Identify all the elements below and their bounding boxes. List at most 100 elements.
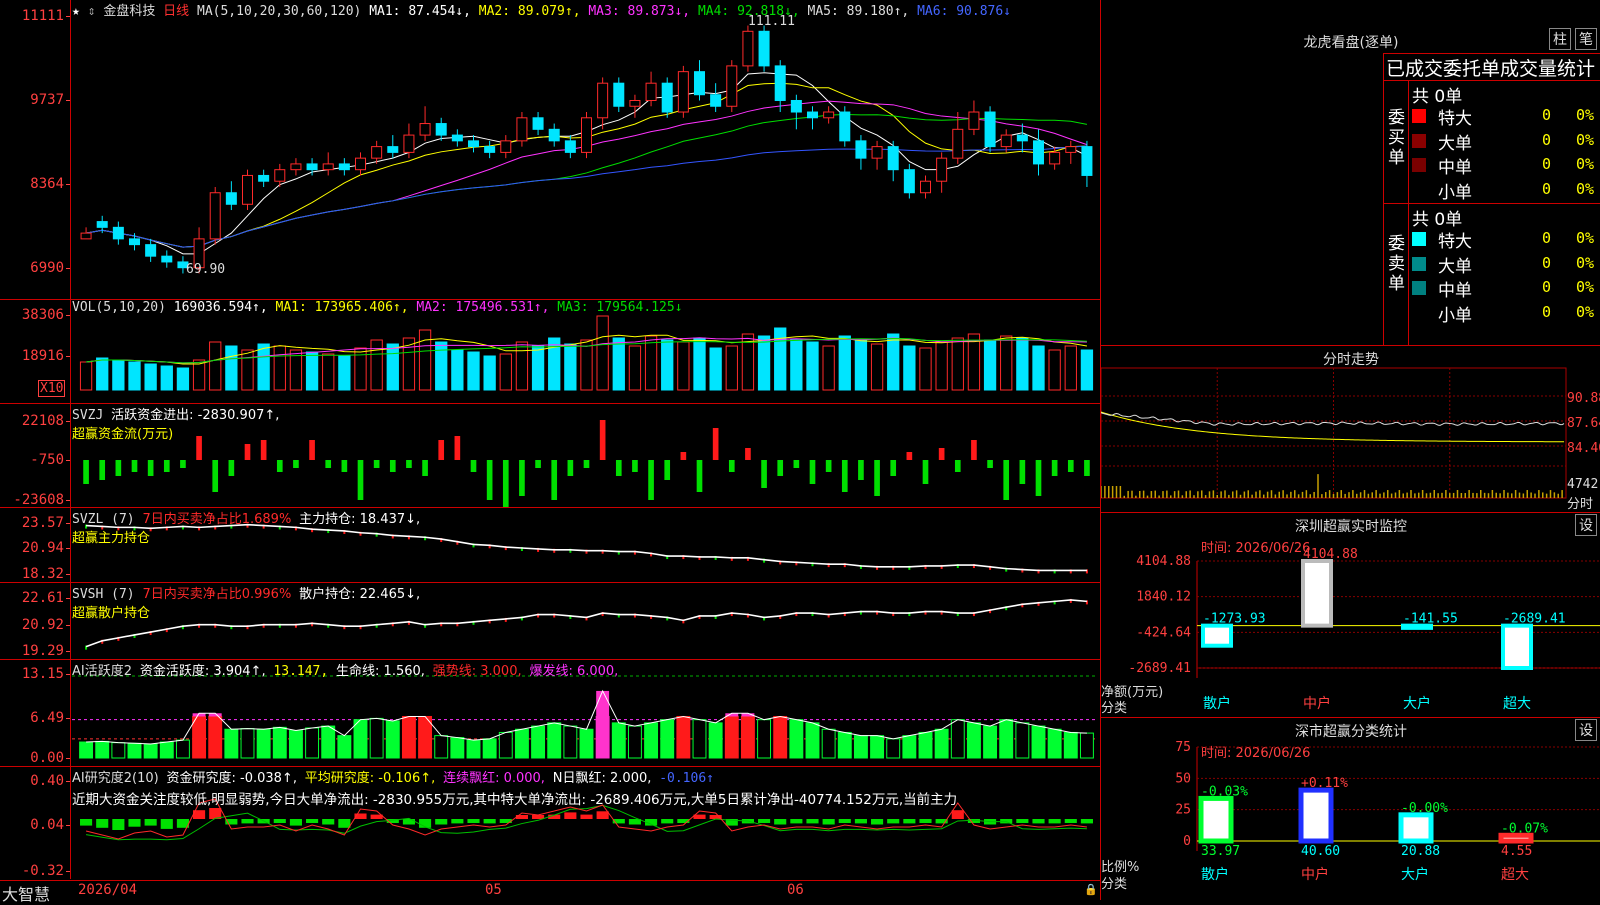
candle: [726, 65, 738, 107]
activity-bar: [983, 725, 998, 759]
bottom-axis: 大智慧 2026/04 05 06 🔒: [0, 880, 1100, 904]
flow-bar: [1067, 460, 1074, 472]
order-pct: 0%: [1576, 229, 1595, 247]
ai-research-panel[interactable]: 0.40 0.04 -0.32 AI研究度2(10) 资金研究度: -0.038…: [0, 767, 1100, 879]
candle: [758, 30, 770, 67]
svzl-panel[interactable]: 23.57 20.94 18.32 SVZL (7) 7日内买卖净占比1.689…: [0, 508, 1100, 583]
research-bar: [338, 819, 351, 828]
kline-panel[interactable]: 11111 9737 8364 6990 ★ ⇕ 金盘科技 日线 MA(5,10…: [0, 0, 1100, 300]
flow-bar: [632, 460, 638, 472]
volume-name: VOL(5,10,20): [72, 300, 166, 315]
flow-bar: [373, 460, 380, 468]
classify-stats-panel[interactable]: 深市超赢分类统计 设 时间: 2026/06/26 75 50 25 0 -0.03% 3…: [1100, 718, 1600, 900]
volume-bar: [596, 315, 609, 391]
volume-bar: [580, 339, 593, 391]
candle: [96, 221, 108, 228]
order-count: 0: [1542, 302, 1552, 321]
flow-bar: [147, 460, 154, 476]
kline-header: ★ ⇕ 金盘科技 日线 MA(5,10,20,30,60,120) MA1: 8…: [72, 0, 1011, 19]
column-mode-button[interactable]: 柱: [1549, 28, 1571, 50]
intraday-ytick: 84.40: [1567, 441, 1600, 456]
period-label[interactable]: 日线: [163, 4, 189, 19]
monitor-category: 中户: [1303, 695, 1331, 712]
flow-bar: [519, 460, 525, 496]
legend-swatch: [1412, 133, 1426, 148]
tick-mode-button[interactable]: 笔: [1575, 28, 1597, 50]
volume-bar: [96, 357, 109, 391]
flow-bar: [438, 440, 445, 460]
volume-bar: [822, 345, 835, 391]
flow-bar: [890, 460, 897, 476]
research-bar: [483, 819, 496, 824]
activity-bar: [611, 722, 626, 759]
volume-bar: [435, 341, 448, 391]
volume-bar: [79, 361, 93, 391]
activity-bar: [902, 735, 917, 759]
activity-bar: [450, 737, 465, 759]
research-bar: [758, 819, 771, 823]
order-count: 0: [1542, 106, 1552, 124]
volume-bar: [273, 345, 286, 391]
flow-bar: [583, 460, 590, 468]
volume-chart[interactable]: [0, 300, 1100, 403]
volume-bar: [160, 365, 173, 391]
longhu-panel: 龙虎看盘(逐单) 柱 笔 已成交委托单成交量统计 委买单 共 0单 特大 0 0% 大…: [1100, 0, 1600, 346]
ma3-value: MA3: 89.873↓,: [588, 4, 691, 19]
candle: [145, 244, 157, 257]
activity-bar: [192, 715, 207, 759]
activity-bar: [595, 715, 610, 759]
ai2-label5: -0.106↑: [659, 771, 714, 786]
legend-swatch: [1412, 109, 1426, 123]
order-count: 0: [1542, 229, 1552, 247]
flow-bar: [406, 460, 412, 468]
star-icon[interactable]: ★: [72, 4, 80, 19]
candle: [354, 157, 367, 171]
intraday-chart[interactable]: [1101, 346, 1600, 512]
svsh-panel[interactable]: 22.61 20.92 19.29 SVSH (7) 7日内买卖净占比0.996…: [0, 583, 1100, 660]
research-bar: [806, 819, 819, 824]
realtime-monitor-panel[interactable]: 深圳超赢实时监控 设 时间: 2026/06/26 4104.88 1840.12…: [1100, 513, 1600, 718]
research-bar: [96, 819, 109, 828]
ai-activity-panel[interactable]: 13.15 6.49 0.00 AI活跃度2 资金活跃度: 3.904↑, 13…: [0, 660, 1100, 767]
period-arrow-icon[interactable]: ⇕: [88, 4, 96, 19]
kline-chart[interactable]: [0, 0, 1100, 299]
volume-bar: [338, 355, 351, 391]
classify-bar: [1198, 795, 1234, 844]
flow-bar: [680, 452, 687, 460]
candle: [661, 82, 673, 113]
activity-bar: [256, 728, 271, 759]
activity-bar: [757, 719, 772, 759]
candle: [1065, 146, 1077, 153]
research-bar: [1016, 819, 1029, 823]
research-bar: [322, 819, 335, 825]
svzj-panel[interactable]: 22108 -750 -23608 SVZJ 活跃资金进出: -2830.907…: [0, 404, 1100, 508]
order-stats-title: 已成交委托单成交量统计: [1386, 58, 1596, 80]
monitor-category: 大户: [1403, 695, 1431, 712]
ma5-value: MA5: 89.180↑,: [807, 4, 910, 19]
volume-panel[interactable]: 38306 18916 X10 VOL(5,10,20) 169036.594↑…: [0, 300, 1100, 404]
classify-bar-value: 20.88: [1401, 844, 1440, 859]
activity-bar: [579, 728, 594, 759]
volume-bar: [225, 345, 238, 391]
intraday-panel[interactable]: 分时走势 90.88 87.64 84.40 4742 分时: [1100, 346, 1600, 513]
activity-bar: [498, 731, 513, 759]
candle: [548, 128, 560, 142]
flow-bar: [728, 460, 735, 472]
flow-bar: [793, 460, 800, 468]
flow-bar: [745, 448, 751, 460]
monitor-ytick: -2689.41: [1128, 661, 1191, 676]
classify-bar: [1298, 787, 1334, 844]
research-bar: [289, 819, 302, 826]
order-pct: 0%: [1576, 155, 1595, 173]
svzl-label1: 7日内买卖净占比1.689%: [142, 512, 292, 527]
order-size-label: 特大: [1438, 109, 1472, 129]
flow-bar: [954, 460, 961, 472]
activity-bar: [208, 715, 223, 759]
activity-bar: [385, 720, 400, 759]
flow-bar: [83, 460, 89, 484]
activity-bar: [886, 738, 901, 759]
activity-bar: [434, 735, 449, 759]
ma1-value: MA1: 87.454↓,: [369, 4, 471, 19]
lock-icon[interactable]: 🔒: [1084, 883, 1098, 896]
monitor-xlabel: 分类: [1101, 701, 1128, 716]
